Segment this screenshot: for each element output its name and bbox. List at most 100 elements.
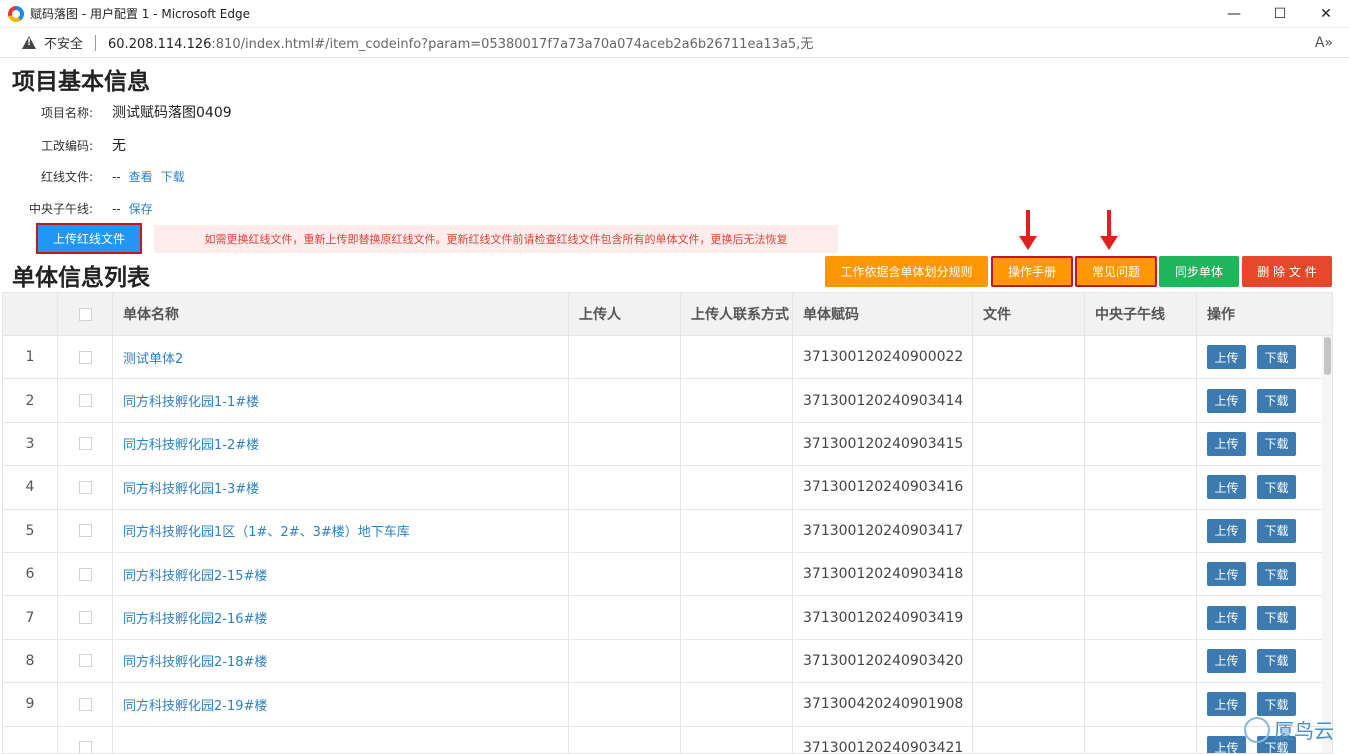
- header-uploader[interactable]: 上传人: [569, 293, 681, 335]
- minimize-button[interactable]: —: [1211, 0, 1257, 28]
- row-download-button[interactable]: 下载: [1257, 388, 1296, 413]
- row-meridian: [1085, 379, 1197, 422]
- select-all-checkbox[interactable]: [78, 307, 92, 321]
- view-redline-link[interactable]: 查看: [129, 168, 153, 185]
- header-index: [3, 293, 58, 335]
- row-checkbox[interactable]: [78, 697, 92, 711]
- row-file: [973, 422, 1085, 466]
- row-checkbox[interactable]: [78, 611, 92, 625]
- row-upload-button[interactable]: 上传: [1207, 648, 1246, 673]
- row-name-cell: 同方科技孵化园1-2#楼: [113, 422, 569, 466]
- project-info-heading: 项目基本信息: [12, 69, 150, 95]
- row-checkbox[interactable]: [78, 437, 92, 451]
- row-upload-button[interactable]: 上传: [1207, 475, 1246, 500]
- row-download-button[interactable]: 下载: [1257, 648, 1296, 673]
- row-upload-button[interactable]: 上传: [1207, 562, 1246, 587]
- row-name-cell: 同方科技孵化园2-19#楼: [113, 683, 569, 726]
- table-row: 1 测试单体2 371300120240900022 上传 下载: [3, 336, 1332, 380]
- warning-icon[interactable]: [22, 35, 36, 50]
- row-file: [973, 379, 1085, 422]
- url-rest: :810/index.html#/item_codeinfo?param=053…: [211, 37, 814, 52]
- row-select-cell: [58, 683, 113, 726]
- row-upload-button[interactable]: 上传: [1207, 735, 1246, 753]
- row-upload-button[interactable]: 上传: [1207, 345, 1246, 370]
- row-uploader: [569, 553, 681, 596]
- row-uploader: [569, 336, 681, 379]
- row-download-button[interactable]: 下载: [1257, 431, 1296, 456]
- table-row: 6 同方科技孵化园2-15#楼 371300120240903418 上传 下载: [3, 553, 1332, 597]
- upload-redline-button[interactable]: 上传红线文件: [36, 223, 142, 254]
- unit-name-link[interactable]: 同方科技孵化园1-1#楼: [123, 391, 259, 410]
- unit-name-link[interactable]: 测试单体2: [123, 348, 183, 367]
- unit-name-link[interactable]: 同方科技孵化园2-16#楼: [123, 608, 267, 627]
- row-checkbox[interactable]: [78, 350, 92, 364]
- close-button[interactable]: ✕: [1303, 0, 1349, 28]
- header-file[interactable]: 文件: [973, 293, 1085, 335]
- page-content: 项目基本信息 项目名称: 测试赋码落图0409 工改编码: 无 红线文件: --…: [0, 58, 1344, 754]
- row-uploader-contact: [681, 336, 793, 379]
- row-uploader: [569, 422, 681, 466]
- row-checkbox[interactable]: [78, 480, 92, 494]
- row-meridian: [1085, 683, 1197, 726]
- row-checkbox[interactable]: [78, 524, 92, 538]
- row-uploader-contact: [681, 596, 793, 639]
- watermark: 厦鸟云: [1244, 715, 1334, 744]
- row-name-cell: 同方科技孵化园2-16#楼: [113, 596, 569, 639]
- maximize-button[interactable]: ☐: [1257, 0, 1303, 28]
- row-actions: 上传 下载: [1197, 379, 1332, 421]
- row-actions: 上传 下载: [1197, 640, 1332, 682]
- row-upload-button[interactable]: 上传: [1207, 388, 1246, 413]
- row-uploader: [569, 596, 681, 639]
- unit-name-link[interactable]: 同方科技孵化园2-15#楼: [123, 565, 267, 584]
- download-redline-link[interactable]: 下载: [161, 168, 185, 185]
- unit-name-link[interactable]: 同方科技孵化园1-2#楼: [123, 434, 259, 453]
- row-file: [973, 553, 1085, 596]
- edge-app-icon: [8, 5, 24, 22]
- header-unit-code[interactable]: 单体赋码: [793, 293, 973, 335]
- row-index: [3, 726, 58, 753]
- row-checkbox[interactable]: [78, 654, 92, 668]
- row-checkbox[interactable]: [78, 394, 92, 408]
- row-uploader: [569, 683, 681, 726]
- sync-unit-button[interactable]: 同步单体: [1159, 256, 1239, 287]
- unit-table: 单体名称 上传人 上传人联系方式 单体赋码 文件 中央子午线 操作 1 测试单体2…: [2, 292, 1333, 754]
- row-checkbox[interactable]: [78, 567, 92, 581]
- row-select-cell: [58, 596, 113, 639]
- meridian-label: 中央子午线:: [28, 202, 93, 216]
- row-download-button[interactable]: 下载: [1257, 518, 1296, 543]
- unit-name-link[interactable]: 同方科技孵化园1-3#楼: [123, 478, 259, 497]
- scrollbar-thumb[interactable]: [1324, 337, 1331, 375]
- row-file: [973, 726, 1085, 753]
- unit-code: 371300120240903420: [803, 652, 964, 669]
- window-titlebar: 赋码落图 - 用户配置 1 - Microsoft Edge — ☐ ✕: [0, 0, 1349, 28]
- url-field[interactable]: 60.208.114.126:810/index.html#/item_code…: [108, 33, 813, 52]
- row-upload-button[interactable]: 上传: [1207, 518, 1246, 543]
- header-meridian[interactable]: 中央子午线: [1085, 293, 1197, 335]
- table-scrollbar[interactable]: [1322, 336, 1332, 753]
- row-upload-button[interactable]: 上传: [1207, 431, 1246, 456]
- row-upload-button[interactable]: 上传: [1207, 692, 1246, 717]
- insecure-label[interactable]: 不安全: [44, 33, 83, 52]
- header-unit-name[interactable]: 单体名称: [113, 293, 569, 335]
- project-code-value: 无: [112, 138, 126, 154]
- unit-name-link[interactable]: 同方科技孵化园2-18#楼: [123, 651, 267, 670]
- row-download-button[interactable]: 下载: [1257, 475, 1296, 500]
- faq-button[interactable]: 常见问题: [1075, 256, 1157, 287]
- row-checkbox[interactable]: [78, 741, 92, 753]
- delete-file-button[interactable]: 删 除 文 件: [1242, 256, 1332, 287]
- unit-name-link[interactable]: 同方科技孵化园2-19#楼: [123, 695, 267, 714]
- row-meridian: [1085, 466, 1197, 509]
- row-download-button[interactable]: 下载: [1257, 605, 1296, 630]
- header-uploader-contact[interactable]: 上传人联系方式: [681, 293, 793, 335]
- row-select-cell: [58, 379, 113, 422]
- row-uploader-contact: [681, 683, 793, 726]
- row-download-button[interactable]: 下载: [1257, 345, 1296, 370]
- row-upload-button[interactable]: 上传: [1207, 605, 1246, 630]
- unit-name-link[interactable]: 同方科技孵化园1区（1#、2#、3#楼）地下车库: [123, 521, 410, 540]
- row-download-button[interactable]: 下载: [1257, 692, 1296, 717]
- manual-button[interactable]: 操作手册: [991, 256, 1073, 287]
- read-aloud-icon[interactable]: A»: [1315, 35, 1333, 51]
- work-basis-rule-button[interactable]: 工作依据含单体划分规则: [825, 256, 988, 287]
- save-meridian-link[interactable]: 保存: [129, 200, 153, 217]
- row-download-button[interactable]: 下载: [1257, 562, 1296, 587]
